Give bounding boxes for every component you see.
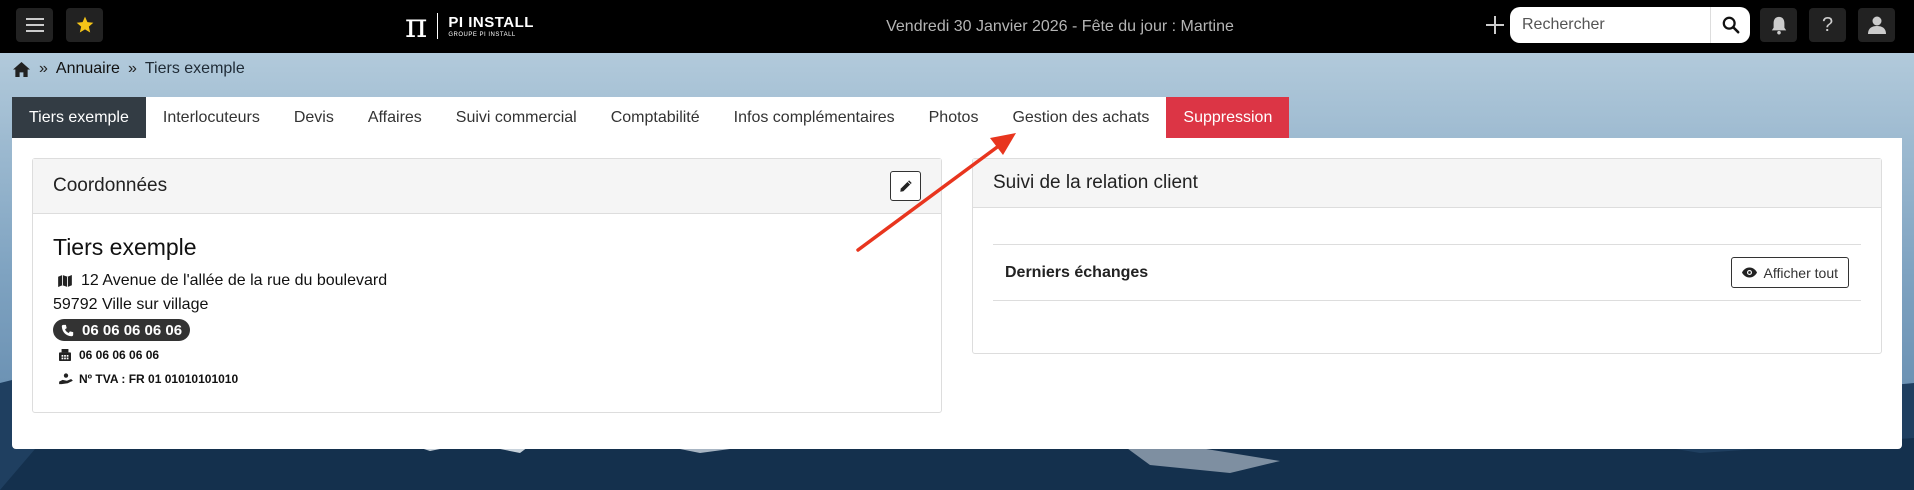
- crm-title: Suivi de la relation client: [993, 172, 1198, 193]
- eye-icon: [1741, 267, 1757, 278]
- bell-icon: [1771, 16, 1786, 35]
- show-all-button[interactable]: Afficher tout: [1730, 257, 1849, 288]
- logo-symbol: π: [405, 6, 428, 46]
- tab-infos-complementaires[interactable]: Infos complémentaires: [716, 97, 912, 138]
- fax-line: 06 06 06 06 06: [53, 343, 921, 367]
- phone-icon: [61, 324, 74, 336]
- breadcrumb-annuaire[interactable]: Annuaire: [56, 60, 120, 78]
- tab-gestion-des-achats[interactable]: Gestion des achats: [995, 97, 1167, 138]
- tab-devis[interactable]: Devis: [276, 97, 351, 138]
- logo-name: PI INSTALL: [448, 13, 534, 31]
- fax-icon: [53, 349, 79, 361]
- breadcrumb-separator: »: [39, 60, 48, 77]
- date-feast-text: Vendredi 30 Janvier 2026 - Fête du jour …: [886, 17, 1234, 35]
- main-content: Coordonnées Tiers exemple 12 Avenue de l…: [12, 138, 1902, 449]
- search-input[interactable]: [1510, 16, 1700, 34]
- tab-comptabilite[interactable]: Comptabilité: [593, 97, 717, 138]
- quick-add-button[interactable]: [1482, 12, 1508, 38]
- phone-number: 06 06 06 06 06: [82, 321, 183, 339]
- address-line: 12 Avenue de l'allée de la rue du boulev…: [53, 269, 921, 293]
- address-line1: 12 Avenue de l'allée de la rue du boulev…: [81, 272, 388, 289]
- address-line2: 59792 Ville sur village: [53, 296, 209, 313]
- breadcrumb: » Annuaire » Tiers exemple: [12, 58, 245, 80]
- breadcrumb-current: Tiers exemple: [144, 60, 245, 77]
- hamburger-icon: [25, 18, 44, 32]
- star-icon: [76, 16, 93, 33]
- coordonnees-body: Tiers exemple 12 Avenue de l'allée de la…: [33, 214, 941, 411]
- fax-number: 06 06 06 06 06: [79, 348, 160, 362]
- company-name: Tiers exemple: [53, 234, 197, 260]
- coordonnees-header: Coordonnées: [33, 159, 941, 214]
- tab-interlocuteurs[interactable]: Interlocuteurs: [145, 97, 277, 138]
- crm-header: Suivi de la relation client: [973, 159, 1881, 208]
- tab-photos[interactable]: Photos: [911, 97, 996, 138]
- edit-button[interactable]: [890, 171, 921, 201]
- phone-link[interactable]: 06 06 06 06 06: [53, 319, 191, 341]
- crm-card: Suivi de la relation client Derniers éch…: [972, 158, 1882, 354]
- logo-tagline: GROUPE PI INSTALL: [448, 31, 516, 38]
- tab-tiers-exemple[interactable]: Tiers exemple: [12, 97, 146, 138]
- favorites-button[interactable]: [66, 8, 103, 42]
- help-button[interactable]: ?: [1809, 8, 1846, 42]
- notifications-button[interactable]: [1760, 8, 1797, 42]
- tab-affaires[interactable]: Affaires: [350, 97, 439, 138]
- menu-toggle-button[interactable]: [16, 8, 53, 42]
- search-button[interactable]: [1710, 7, 1750, 43]
- help-icon: ?: [1821, 13, 1834, 36]
- tab-suivi-commercial[interactable]: Suivi commercial: [438, 97, 594, 138]
- search-icon: [1722, 16, 1739, 34]
- latest-exchanges-title: Derniers échanges: [1005, 263, 1149, 281]
- map-icon: [53, 275, 81, 287]
- home-icon[interactable]: [12, 61, 31, 78]
- breadcrumb-separator: »: [127, 60, 137, 77]
- vat-line: Nº TVA : FR 01 01010101010: [53, 367, 921, 391]
- latest-exchanges-row: Derniers échanges Afficher tout: [993, 244, 1861, 301]
- tab-suppression[interactable]: Suppression: [1166, 97, 1290, 138]
- tab-bar: Tiers exemple Interlocuteurs Devis Affai…: [12, 97, 1290, 138]
- logo-text: PI INSTALL GROUPE PI INSTALL: [448, 15, 534, 38]
- pi-install-logo[interactable]: π PI INSTALL GROUPE PI INSTALL: [405, 9, 534, 43]
- search-box: [1510, 7, 1750, 43]
- user-menu-button[interactable]: [1858, 8, 1895, 42]
- top-navbar: π PI INSTALL GROUPE PI INSTALL Vendredi …: [0, 0, 1914, 53]
- coordonnees-title: Coordonnées: [53, 175, 168, 196]
- show-all-label: Afficher tout: [1763, 264, 1838, 281]
- coordonnees-card: Coordonnées Tiers exemple 12 Avenue de l…: [32, 158, 942, 413]
- plus-icon: [1486, 16, 1504, 34]
- city-line: 59792 Ville sur village: [53, 293, 921, 317]
- user-icon: [1867, 16, 1886, 34]
- pencil-icon: [899, 180, 912, 192]
- hand-coins-icon: [53, 373, 79, 385]
- crm-body: Derniers échanges Afficher tout: [973, 244, 1881, 301]
- vat-number: Nº TVA : FR 01 01010101010: [79, 372, 239, 386]
- logo-divider: [437, 13, 439, 39]
